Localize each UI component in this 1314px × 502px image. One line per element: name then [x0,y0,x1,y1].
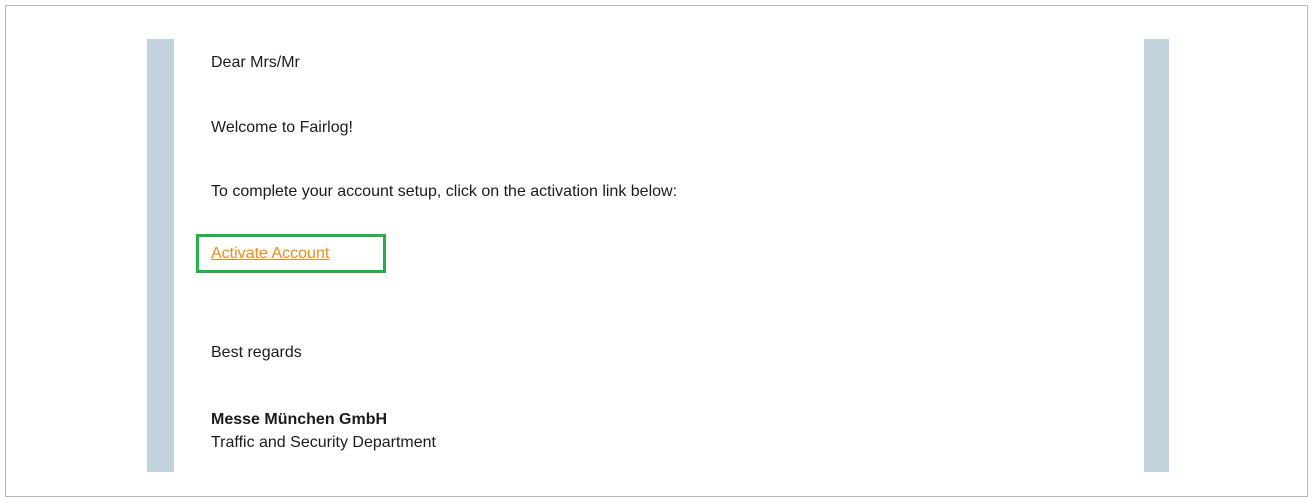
email-closing: Best regards [211,344,302,361]
activate-account-link[interactable]: Activate Account [211,244,329,264]
email-instruction: To complete your account setup, click on… [211,183,678,200]
email-company-name: Messe München GmbH [211,411,388,428]
email-welcome: Welcome to Fairlog! [211,119,353,136]
email-greeting: Dear Mrs/Mr [211,54,300,71]
email-department: Traffic and Security Department [211,434,436,451]
